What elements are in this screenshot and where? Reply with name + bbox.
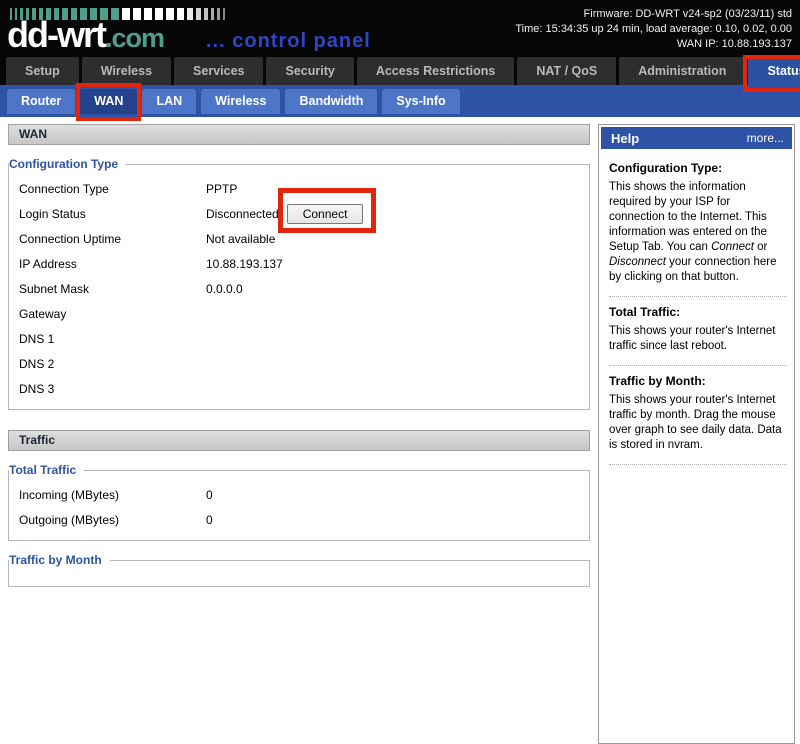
system-info-block: Firmware: DD-WRT v24-sp2 (03/23/11) stdT… <box>515 7 792 52</box>
connect-button-wrap: Connect <box>287 204 364 224</box>
traffic-by-month-group: Traffic by Month <box>8 553 590 587</box>
logo-tagline: ... control panel <box>206 30 371 53</box>
configuration-type-legend: Configuration Type <box>9 157 126 171</box>
main-nav: SetupWirelessServicesSecurityAccess Rest… <box>0 57 800 85</box>
field-value-text-incoming-mbytes: 0 <box>206 488 213 502</box>
help-heading-total-traffic: Total Traffic: <box>609 305 787 319</box>
field-label-connection-type: Connection Type <box>9 182 206 196</box>
help-divider-3 <box>609 464 787 465</box>
field-label-dns-1: DNS 1 <box>9 332 206 346</box>
field-label-gateway: Gateway <box>9 307 206 321</box>
logo-text: dd-wrt <box>7 14 105 56</box>
nav-tab-security[interactable]: Security <box>266 57 353 85</box>
help-divider-1 <box>609 296 787 297</box>
field-row-ip-address: IP Address10.88.193.137 <box>9 251 589 276</box>
field-row-dns-3: DNS 3 <box>9 376 589 401</box>
field-label-subnet-mask: Subnet Mask <box>9 282 206 296</box>
field-value-text-connection-type: PPTP <box>206 182 237 196</box>
field-label-incoming-mbytes: Incoming (MBytes) <box>9 488 206 502</box>
field-value-text-subnet-mask: 0.0.0.0 <box>206 282 243 296</box>
field-label-login-status: Login Status <box>9 207 206 221</box>
help-paragraph-traffic-by-month: This shows your router's Internet traffi… <box>609 393 787 453</box>
help-title: Help <box>611 131 639 146</box>
field-row-connection-uptime: Connection UptimeNot available <box>9 226 589 251</box>
help-italic-term: Connect <box>711 241 754 253</box>
help-more-link[interactable]: more... <box>747 131 784 145</box>
nav-tab-services[interactable]: Services <box>174 57 263 85</box>
field-value-connection-uptime: Not available <box>206 232 275 246</box>
main-column: WAN Configuration Type Connection TypePP… <box>8 124 590 587</box>
field-label-dns-2: DNS 2 <box>9 357 206 371</box>
subnav-tab-lan[interactable]: LAN <box>142 89 196 114</box>
subnav-tab-bandwidth[interactable]: Bandwidth <box>285 89 377 114</box>
help-paragraph-configuration-type: This shows the information required by y… <box>609 180 787 285</box>
page-header: dd-wrt .com ... control panel Firmware: … <box>0 0 800 57</box>
help-heading-traffic-by-month: Traffic by Month: <box>609 374 787 388</box>
total-traffic-legend: Total Traffic <box>9 463 84 477</box>
nav-tab-nat-qos[interactable]: NAT / QoS <box>517 57 616 85</box>
logo: dd-wrt .com ... control panel <box>7 14 371 56</box>
traffic-by-month-legend: Traffic by Month <box>9 553 110 567</box>
field-row-outgoing-mbytes: Outgoing (MBytes)0 <box>9 507 589 532</box>
configuration-type-group: Configuration Type Connection TypePPTPLo… <box>8 157 590 410</box>
help-divider-2 <box>609 365 787 366</box>
help-content: Configuration Type: This shows the inform… <box>601 149 792 465</box>
connect-button[interactable]: Connect <box>287 204 364 224</box>
total-traffic-rows: Incoming (MBytes)0Outgoing (MBytes)0 <box>9 482 589 532</box>
field-value-text-login-status: Disconnected <box>206 207 279 221</box>
system-info-line-2: Time: 15:34:35 up 24 min, load average: … <box>515 22 792 37</box>
field-value-text-ip-address: 10.88.193.137 <box>206 257 283 271</box>
annotation-box-wan-tab <box>76 83 141 121</box>
nav-tab-administration[interactable]: Administration <box>619 57 745 85</box>
field-label-connection-uptime: Connection Uptime <box>9 232 206 246</box>
nav-tab-status[interactable]: Status <box>748 57 800 85</box>
field-row-incoming-mbytes: Incoming (MBytes)0 <box>9 482 589 507</box>
nav-tab-wireless[interactable]: Wireless <box>82 57 171 85</box>
field-value-connection-type: PPTP <box>206 182 237 196</box>
content-area: WAN Configuration Type Connection TypePP… <box>0 117 800 744</box>
field-value-login-status: Disconnected Connect <box>206 204 363 224</box>
help-header-bar: Help more... <box>601 127 792 149</box>
help-sidebar: Help more... Configuration Type: This sho… <box>598 124 795 744</box>
field-row-connection-type: Connection TypePPTP <box>9 176 589 201</box>
field-value-ip-address: 10.88.193.137 <box>206 257 283 271</box>
subnav-tab-wireless[interactable]: Wireless <box>201 89 280 114</box>
status-subnav: RouterWANLANWirelessBandwidthSys-Info <box>0 85 800 117</box>
field-row-gateway: Gateway <box>9 301 589 326</box>
help-text-segment: This shows your router's Internet traffi… <box>609 394 782 451</box>
field-value-text-outgoing-mbytes: 0 <box>206 513 213 527</box>
logo-com-text: .com <box>105 23 164 54</box>
field-row-dns-2: DNS 2 <box>9 351 589 376</box>
subnav-tab-sys-info[interactable]: Sys-Info <box>382 89 459 114</box>
subnav-tab-router[interactable]: Router <box>7 89 75 114</box>
field-value-text-connection-uptime: Not available <box>206 232 275 246</box>
wan-section-header: WAN <box>8 124 590 145</box>
field-label-outgoing-mbytes: Outgoing (MBytes) <box>9 513 206 527</box>
field-label-ip-address: IP Address <box>9 257 206 271</box>
field-value-incoming-mbytes: 0 <box>206 488 213 502</box>
nav-tab-setup[interactable]: Setup <box>6 57 79 85</box>
help-italic-term: Disconnect <box>609 256 666 268</box>
field-value-subnet-mask: 0.0.0.0 <box>206 282 243 296</box>
subnav-tab-wan[interactable]: WAN <box>80 89 137 114</box>
help-text-segment: or <box>754 241 767 253</box>
help-heading-configuration-type: Configuration Type: <box>609 161 787 175</box>
configuration-rows: Connection TypePPTPLogin StatusDisconnec… <box>9 176 589 401</box>
help-text-segment: This shows your router's Internet traffi… <box>609 325 775 352</box>
nav-tab-access-restrictions[interactable]: Access Restrictions <box>357 57 515 85</box>
system-info-line-1: Firmware: DD-WRT v24-sp2 (03/23/11) std <box>515 7 792 22</box>
traffic-section-header: Traffic <box>8 430 590 451</box>
field-label-dns-3: DNS 3 <box>9 382 206 396</box>
field-row-login-status: Login StatusDisconnected Connect <box>9 201 589 226</box>
total-traffic-group: Total Traffic Incoming (MBytes)0Outgoing… <box>8 463 590 541</box>
field-row-subnet-mask: Subnet Mask0.0.0.0 <box>9 276 589 301</box>
field-row-dns-1: DNS 1 <box>9 326 589 351</box>
system-info-line-3: WAN IP: 10.88.193.137 <box>515 37 792 52</box>
help-paragraph-total-traffic: This shows your router's Internet traffi… <box>609 324 787 354</box>
field-value-outgoing-mbytes: 0 <box>206 513 213 527</box>
